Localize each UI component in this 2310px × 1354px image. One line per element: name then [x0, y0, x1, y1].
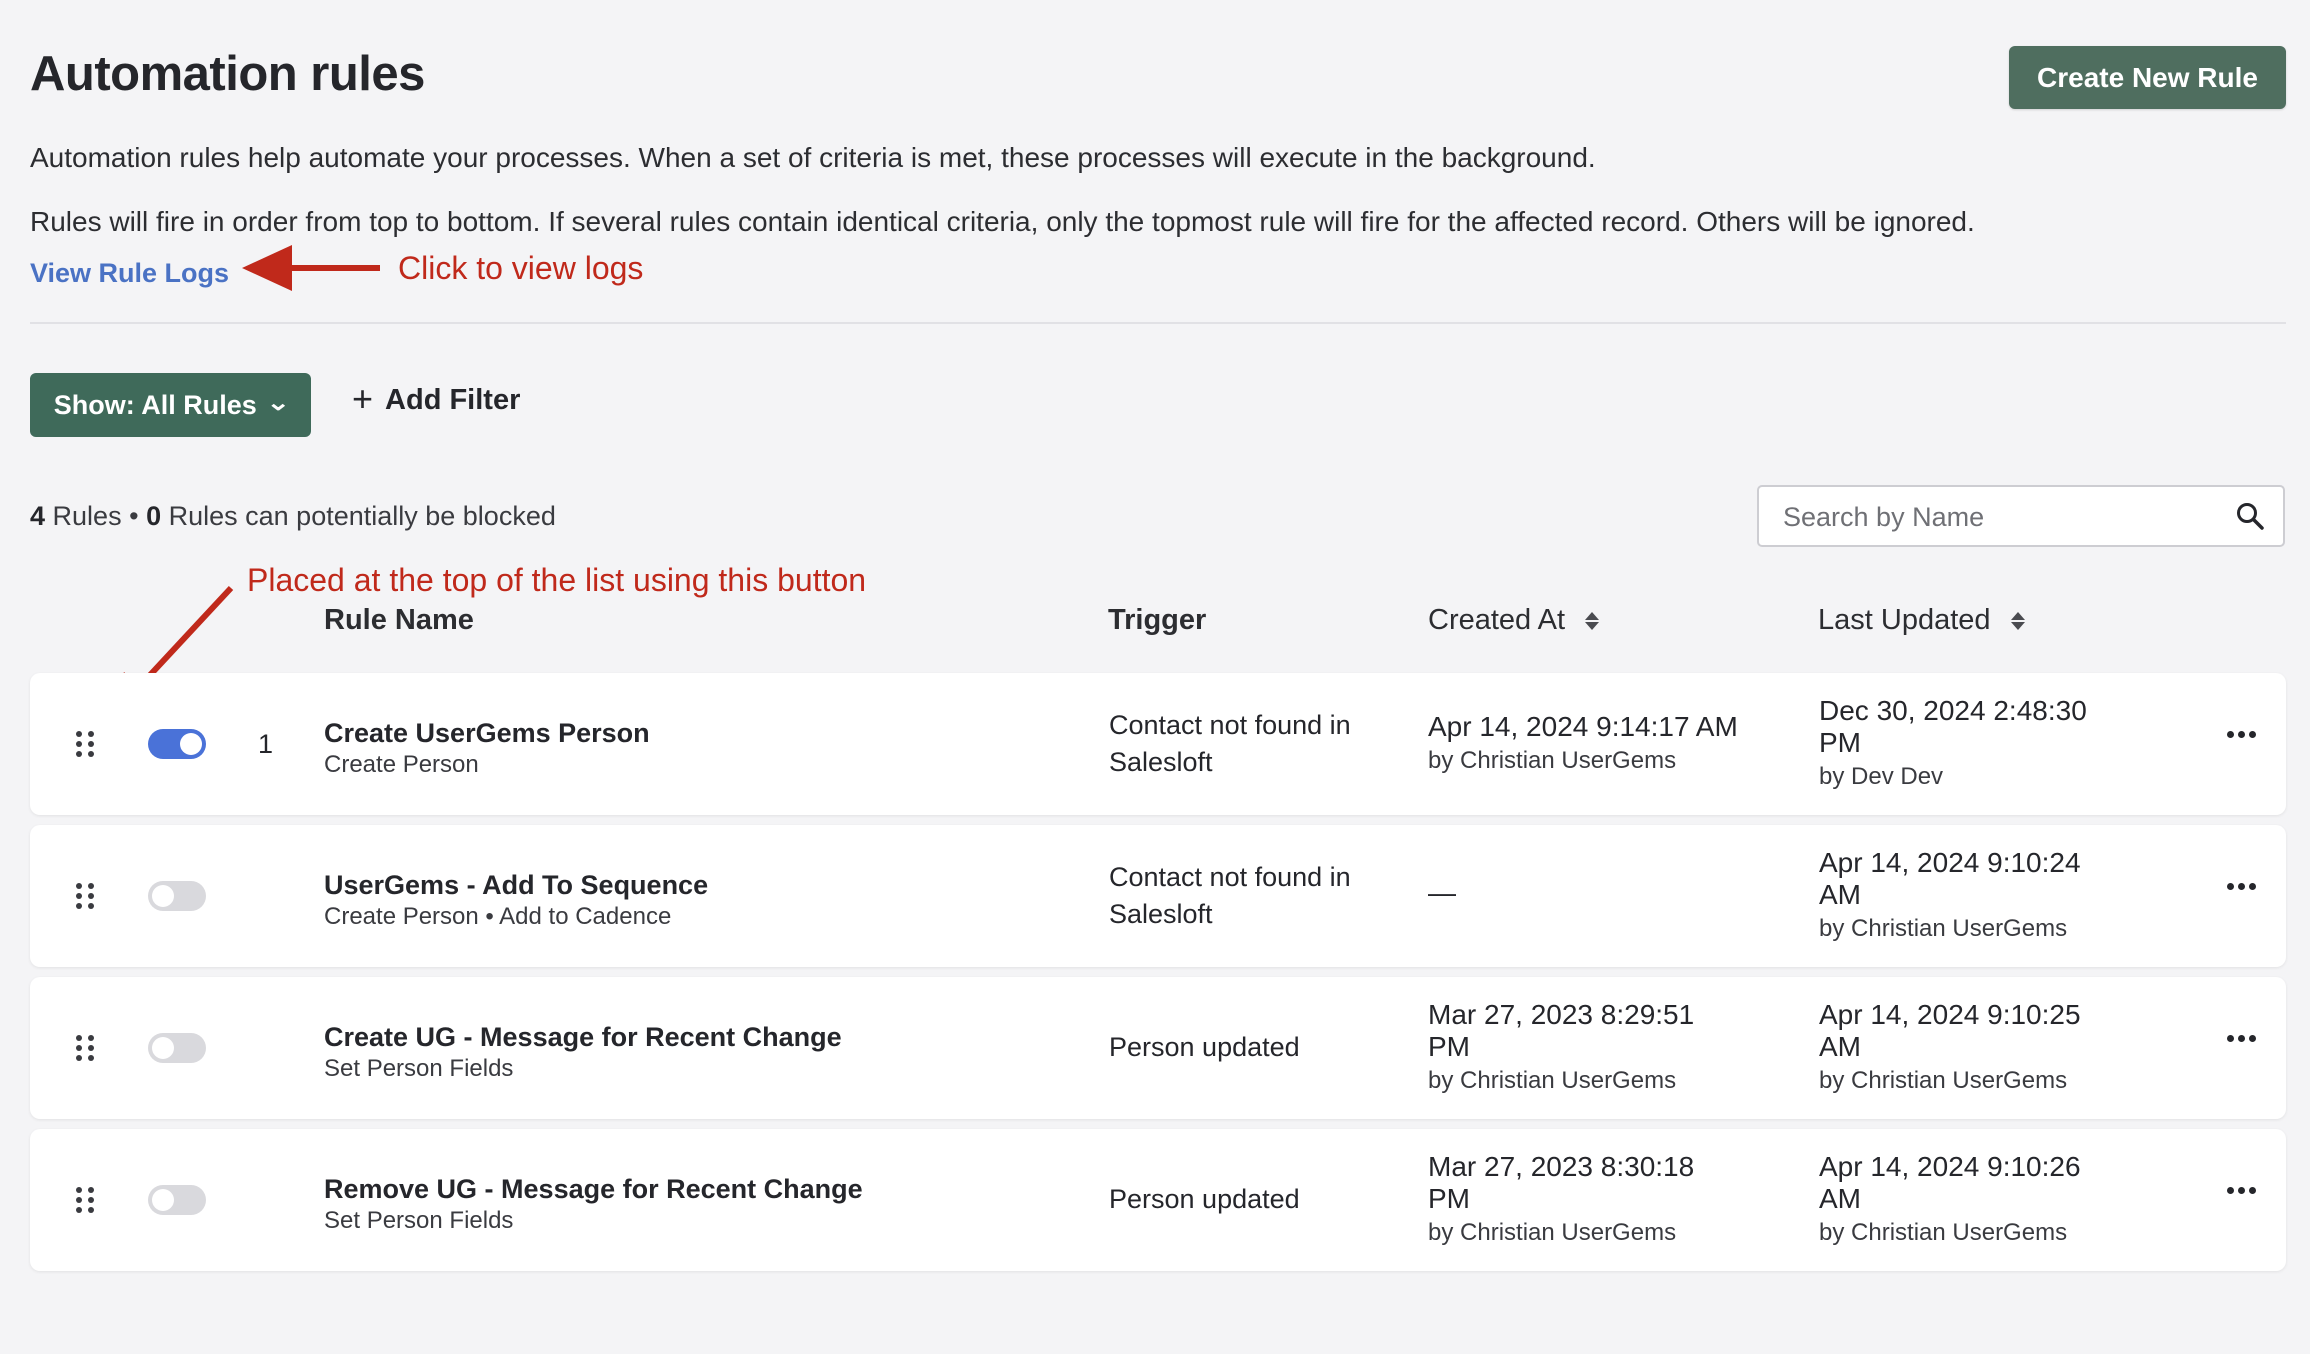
- updated-by: by Christian UserGems: [1819, 915, 2068, 942]
- rule-last-updated: Apr 14, 2024 9:10:24 AM by Christian Use…: [1819, 847, 2139, 945]
- rule-toggle[interactable]: [148, 729, 206, 759]
- annotation-logs: Click to view logs: [398, 250, 644, 286]
- rule-trigger: Person updated: [1109, 1181, 1399, 1218]
- rule-last-updated: Dec 30, 2024 2:48:30 PM by Dev Dev: [1819, 695, 2139, 793]
- rule-last-updated: Apr 14, 2024 9:10:26 AM by Christian Use…: [1819, 1151, 2139, 1249]
- rules-summary: 4 Rules • 0 Rules can potentially be blo…: [30, 501, 556, 532]
- trigger-line-2: Salesloft: [1109, 899, 1213, 929]
- rule-created-at: Mar 27, 2023 8:29:51 PM by Christian Use…: [1428, 999, 1768, 1097]
- trigger-line-1: Person updated: [1109, 1184, 1300, 1214]
- trigger-line-1: Contact not found in: [1109, 710, 1351, 740]
- blocked-text: Rules can potentially be blocked: [168, 501, 556, 531]
- updated-line-1: Apr 14, 2024 9:10:26: [1819, 1151, 2081, 1182]
- chevron-down-icon: ⌄: [266, 390, 290, 415]
- created-line-2: PM: [1428, 1183, 1470, 1214]
- trigger-line-1: Person updated: [1109, 1032, 1300, 1062]
- updated-by: by Christian UserGems: [1819, 1219, 2068, 1246]
- created-line-1: Apr 14, 2024 9:14:17 AM: [1428, 711, 1738, 742]
- column-header-last-updated[interactable]: Last Updated: [1818, 604, 2025, 637]
- rule-created-at: —: [1428, 877, 1768, 909]
- rule-row[interactable]: UserGems - Add To Sequence Create Person…: [30, 825, 2286, 967]
- trigger-line-2: Salesloft: [1109, 747, 1213, 777]
- created-by: by Christian UserGems: [1428, 1067, 1677, 1094]
- drag-handle-icon[interactable]: [76, 1035, 94, 1061]
- created-line-1: —: [1428, 877, 1456, 908]
- rule-trigger: Person updated: [1109, 1029, 1399, 1066]
- updated-line-2: AM: [1819, 1031, 1861, 1062]
- rule-last-updated: Apr 14, 2024 9:10:25 AM by Christian Use…: [1819, 999, 2139, 1097]
- trigger-line-1: Contact not found in: [1109, 862, 1351, 892]
- more-options-icon[interactable]: [2227, 1035, 2256, 1042]
- automation-rules-page: Automation rules Create New Rule Automat…: [0, 0, 2310, 1354]
- search-box: [1757, 485, 2285, 547]
- created-line-1: Mar 27, 2023 8:29:51: [1428, 999, 1695, 1030]
- rules-word: Rules: [52, 501, 122, 531]
- column-header-trigger: Trigger: [1108, 604, 1207, 636]
- rule-actions: Create Person: [324, 751, 479, 778]
- view-rule-logs-link[interactable]: View Rule Logs: [30, 258, 229, 289]
- more-options-icon[interactable]: [2227, 1187, 2256, 1194]
- rule-row[interactable]: Create UG - Message for Recent Change Se…: [30, 977, 2286, 1119]
- add-filter-label: Add Filter: [385, 384, 521, 416]
- rule-toggle[interactable]: [148, 1033, 206, 1063]
- created-line-1: Mar 27, 2023 8:30:18: [1428, 1151, 1695, 1182]
- updated-by: by Christian UserGems: [1819, 1067, 2068, 1094]
- description-line-1: Automation rules help automate your proc…: [30, 142, 1596, 173]
- column-header-created-at[interactable]: Created At: [1428, 604, 1600, 637]
- plus-icon: +: [352, 377, 374, 419]
- rule-toggle[interactable]: [148, 881, 206, 911]
- rule-created-at: Mar 27, 2023 8:30:18 PM by Christian Use…: [1428, 1151, 1768, 1249]
- rules-count: 4: [30, 501, 46, 531]
- rule-order: 1: [258, 729, 274, 759]
- rule-toggle[interactable]: [148, 1185, 206, 1215]
- created-line-2: PM: [1428, 1031, 1470, 1062]
- rule-row[interactable]: Remove UG - Message for Recent Change Se…: [30, 1129, 2286, 1271]
- updated-line-1: Apr 14, 2024 9:10:24: [1819, 847, 2081, 878]
- page-title: Automation rules: [30, 47, 425, 101]
- updated-line-2: AM: [1819, 1183, 1861, 1214]
- last-updated-label: Last Updated: [1818, 604, 1991, 636]
- create-new-rule-button[interactable]: Create New Rule: [2009, 46, 2286, 109]
- annotation-top: Placed at the top of the list using this…: [247, 562, 867, 598]
- created-by: by Christian UserGems: [1428, 1219, 1677, 1246]
- description-line-2: Rules will fire in order from top to bot…: [30, 206, 1975, 237]
- sort-icon[interactable]: [1585, 611, 1600, 630]
- rule-actions: Set Person Fields: [324, 1055, 514, 1082]
- divider: [30, 322, 2286, 324]
- created-by: by Christian UserGems: [1428, 747, 1677, 774]
- column-header-rule-name: Rule Name: [324, 604, 474, 636]
- rule-name[interactable]: Create UserGems Person: [324, 718, 650, 749]
- updated-line-2: PM: [1819, 727, 1861, 758]
- created-at-label: Created At: [1428, 604, 1566, 636]
- show-filter-label: Show: All Rules: [53, 389, 257, 420]
- rule-actions: Set Person Fields: [324, 1207, 514, 1234]
- search-input[interactable]: [1781, 497, 2225, 537]
- updated-line-2: AM: [1819, 879, 1861, 910]
- more-options-icon[interactable]: [2227, 731, 2256, 738]
- drag-handle-icon[interactable]: [76, 731, 94, 757]
- rule-trigger: Contact not found in Salesloft: [1109, 707, 1399, 781]
- drag-handle-icon[interactable]: [76, 883, 94, 909]
- drag-handle-icon[interactable]: [76, 1187, 94, 1213]
- blocked-count: 0: [146, 501, 162, 531]
- rule-trigger: Contact not found in Salesloft: [1109, 859, 1399, 933]
- updated-line-1: Dec 30, 2024 2:48:30: [1819, 695, 2087, 726]
- show-filter-dropdown[interactable]: Show: All Rules ⌄: [30, 373, 311, 437]
- arrow-to-logs: [242, 245, 380, 291]
- bullet-separator: •: [129, 501, 147, 531]
- rule-name[interactable]: Remove UG - Message for Recent Change: [324, 1174, 863, 1205]
- rule-name[interactable]: UserGems - Add To Sequence: [324, 870, 708, 901]
- more-options-icon[interactable]: [2227, 883, 2256, 890]
- updated-line-1: Apr 14, 2024 9:10:25: [1819, 999, 2081, 1030]
- rule-created-at: Apr 14, 2024 9:14:17 AM by Christian Use…: [1428, 711, 1768, 777]
- updated-by: by Dev Dev: [1819, 763, 1944, 790]
- sort-icon[interactable]: [2010, 611, 2025, 630]
- rule-name[interactable]: Create UG - Message for Recent Change: [324, 1022, 842, 1053]
- search-icon[interactable]: [2235, 501, 2265, 531]
- rule-actions: Create Person • Add to Cadence: [324, 903, 672, 930]
- rule-row[interactable]: 1 Create UserGems Person Create Person C…: [30, 673, 2286, 815]
- add-filter-button[interactable]: + Add Filter: [352, 377, 521, 419]
